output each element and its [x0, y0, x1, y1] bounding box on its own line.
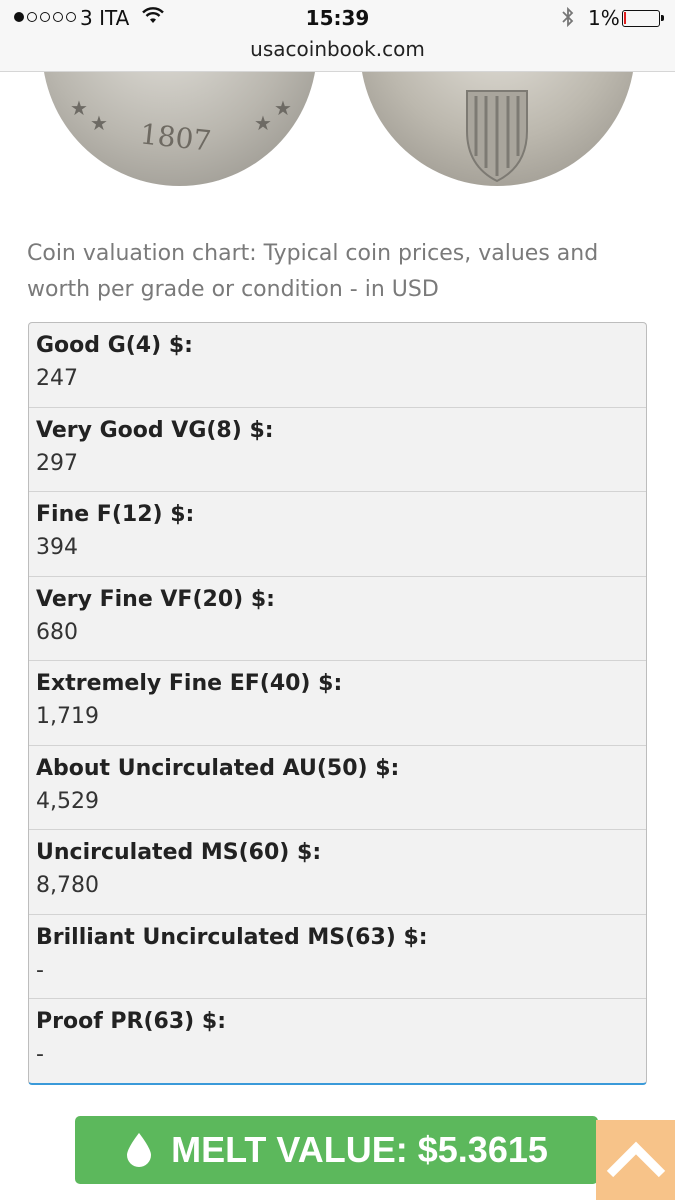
grade-value: 1,719	[36, 704, 99, 729]
grade-value: 394	[36, 535, 78, 560]
grade-label: Proof PR(63) $:	[36, 1009, 226, 1034]
url-bar[interactable]: usacoinbook.com	[0, 37, 675, 61]
droplet-icon	[127, 1133, 152, 1167]
valuation-description: Coin valuation chart: Typical coin price…	[27, 241, 599, 302]
battery-icon	[622, 10, 664, 27]
grade-label: About Uncirculated AU(50) $:	[36, 755, 400, 781]
grade-value: 247	[36, 366, 78, 391]
grade-label: Brilliant Uncirculated MS(63) $:	[36, 924, 428, 950]
grade-value: -	[36, 957, 44, 983]
grade-row: About Uncirculated AU(50) $: 4,529	[29, 746, 646, 830]
grade-label: Good G(4) $:	[36, 333, 193, 358]
melt-value-label: MELT VALUE: $5.3615	[171, 1129, 548, 1170]
grade-label: Uncirculated MS(60) $:	[36, 840, 322, 865]
grade-value: 297	[36, 450, 78, 476]
coin-images: ★ ★ ★ ★ 1807	[0, 71, 675, 186]
coin-date: 1807	[138, 117, 213, 158]
grade-value: 680	[36, 619, 78, 645]
grade-row: Good G(4) $: 247	[29, 323, 646, 408]
coin-value-table: Good G(4) $: 247 Very Good VG(8) $: 297 Fine…	[28, 322, 647, 1085]
grade-label: Fine F(12) $:	[36, 502, 195, 527]
grade-label: Very Good VG(8) $:	[36, 417, 274, 443]
chevron-up-icon	[606, 1141, 665, 1178]
back-to-top-button[interactable]	[596, 1120, 675, 1200]
grade-value: 4,529	[36, 788, 99, 814]
grade-label: Extremely Fine EF(40) $:	[36, 671, 343, 696]
grade-row: Brilliant Uncirculated MS(63) $: -	[29, 915, 646, 999]
coin-reverse-image	[360, 71, 635, 186]
shield-icon	[466, 90, 528, 183]
grade-value: -	[36, 1042, 44, 1067]
coin-obverse-image: ★ ★ ★ ★ 1807	[42, 71, 317, 186]
battery-percentage: 1%	[588, 6, 620, 30]
grade-row: Uncirculated MS(60) $: 8,780	[29, 830, 646, 915]
grade-value: 8,780	[36, 873, 99, 898]
browser-header: 3 ITA 15:39 1% usacoinbook.com	[0, 0, 675, 72]
grade-row: Extremely Fine EF(40) $: 1,719	[29, 661, 646, 746]
grade-label: Very Fine VF(20) $:	[36, 586, 275, 612]
grade-row: Very Fine VF(20) $: 680	[29, 577, 646, 661]
bluetooth-icon	[562, 6, 574, 28]
grade-row: Very Good VG(8) $: 297	[29, 408, 646, 492]
status-bar: 3 ITA 15:39 1%	[0, 0, 675, 36]
grade-row: Fine F(12) $: 394	[29, 492, 646, 577]
melt-value-button[interactable]: MELT VALUE: $5.3615	[75, 1116, 598, 1184]
grade-row: Proof PR(63) $: -	[29, 999, 646, 1083]
